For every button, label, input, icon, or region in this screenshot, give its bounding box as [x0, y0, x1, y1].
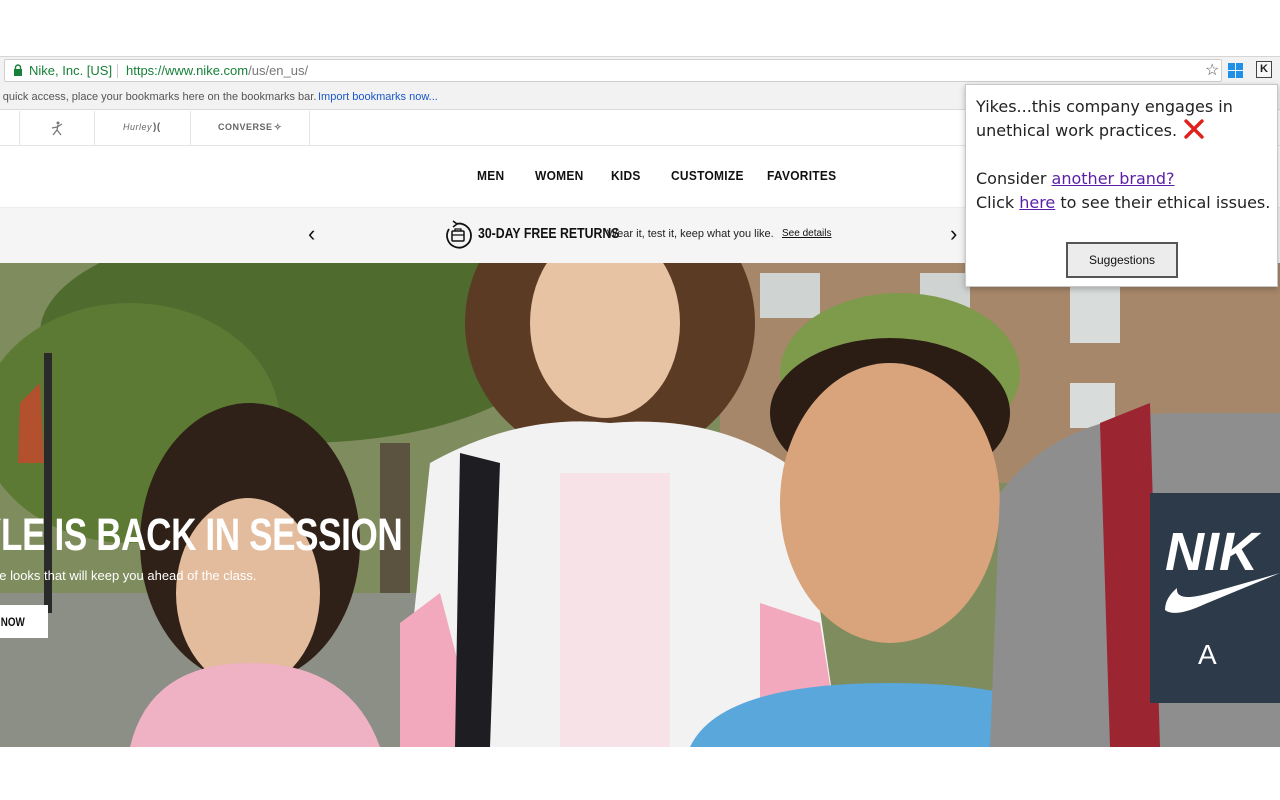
- hero-photo: [0, 263, 1280, 747]
- brand-converse[interactable]: CONVERSE ✧: [191, 111, 310, 146]
- returns-icon: [446, 220, 472, 249]
- nav-item-favorites[interactable]: FAVORITES: [767, 168, 836, 183]
- url-text[interactable]: https://www.nike.com/us/en_us/: [126, 60, 308, 81]
- popup-click-line: Click here to see their ethical issues.: [976, 191, 1270, 215]
- url-separator: [117, 64, 118, 78]
- hurley-logo: Hurley: [123, 122, 153, 132]
- promo-next-arrow[interactable]: ›: [950, 222, 957, 246]
- hero-headline: YLE IS BACK IN SESSION: [0, 509, 403, 560]
- address-bar[interactable]: Nike, Inc. [US] https://www.nike.com/us/…: [4, 59, 1222, 82]
- hurley-mark-icon: )(: [153, 122, 161, 133]
- import-bookmarks-link[interactable]: Import bookmarks now...: [318, 84, 438, 109]
- windows-extension-icon[interactable]: [1228, 63, 1243, 78]
- red-x-icon: [1184, 119, 1204, 139]
- consider-prefix: Consider: [976, 169, 1052, 188]
- bookmarks-message: r quick access, place your bookmarks her…: [0, 91, 317, 103]
- nike-swoosh-icon: [1165, 573, 1280, 613]
- popup-consider-line: Consider another brand?: [976, 167, 1175, 191]
- converse-logo: CONVERSE: [218, 122, 273, 132]
- brand-hurley[interactable]: Hurley )(: [95, 111, 191, 146]
- click-prefix: Click: [976, 193, 1020, 212]
- lock-icon: [14, 64, 22, 76]
- brand-cell-empty: [0, 111, 20, 146]
- jumpman-icon: [51, 121, 63, 136]
- nav-item-men[interactable]: MEN: [477, 168, 504, 183]
- promo-title: 30-DAY FREE RETURNS: [478, 225, 620, 242]
- browser-omnibar: Nike, Inc. [US] https://www.nike.com/us/…: [0, 56, 1280, 84]
- site-identity[interactable]: Nike, Inc. [US]: [29, 60, 112, 81]
- promo-subtitle: Wear it, test it, keep what you like.: [607, 228, 774, 240]
- shop-now-label: OP NOW: [0, 615, 25, 629]
- nav-item-women[interactable]: WOMEN: [535, 168, 584, 183]
- url-host: https://www.nike.com: [126, 63, 249, 78]
- here-link[interactable]: here: [1019, 193, 1055, 212]
- click-suffix: to see their ethical issues.: [1055, 193, 1271, 212]
- ethics-extension-popup: Yikes...this company engages in unethica…: [965, 84, 1278, 287]
- shirt-air-text: A I: [1198, 639, 1280, 670]
- brand-jordan[interactable]: [20, 111, 95, 146]
- another-brand-link[interactable]: another brand?: [1052, 169, 1175, 188]
- k-extension-icon[interactable]: K: [1256, 61, 1272, 78]
- suggestions-button[interactable]: Suggestions: [1066, 242, 1178, 278]
- hero-subtext: he looks that will keep you ahead of the…: [0, 568, 257, 583]
- nav-item-customize[interactable]: CUSTOMIZE: [671, 168, 744, 183]
- converse-star-icon: ✧: [274, 122, 283, 132]
- nav-item-kids[interactable]: KIDS: [611, 168, 641, 183]
- bookmark-star-icon[interactable]: ☆: [1205, 61, 1219, 81]
- see-details-link[interactable]: See details: [782, 228, 831, 239]
- popup-warning-line-1: Yikes...this company engages in: [976, 97, 1233, 116]
- promo-prev-arrow[interactable]: ‹: [308, 222, 315, 246]
- url-path: /us/en_us/: [248, 63, 309, 78]
- popup-warning-line-2: unethical work practices.: [976, 121, 1178, 140]
- shop-now-button[interactable]: OP NOW: [0, 605, 48, 638]
- hero-banner[interactable]: NIK A I YLE IS BACK IN SESSION he looks …: [0, 263, 1280, 747]
